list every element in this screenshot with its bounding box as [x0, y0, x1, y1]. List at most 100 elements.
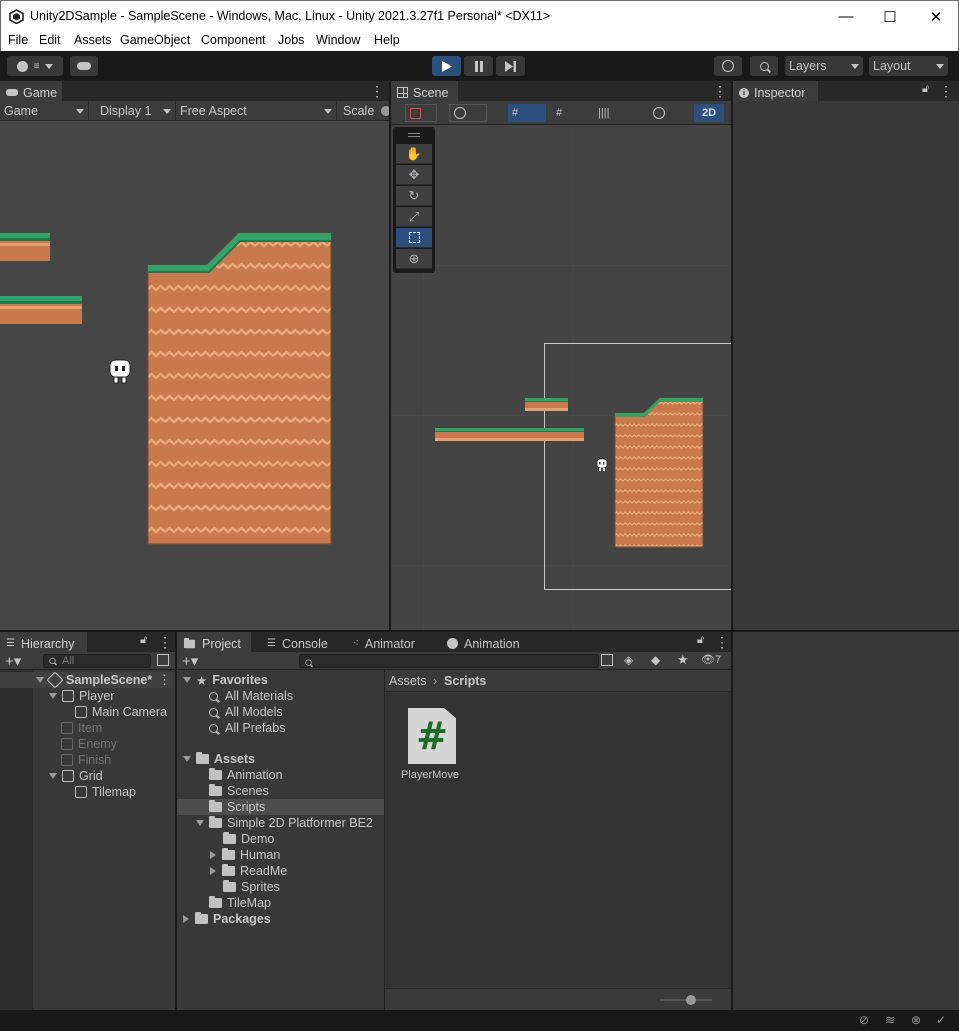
folder-sprites[interactable]: Sprites	[223, 879, 280, 895]
tab-inspector[interactable]: i Inspector	[733, 81, 818, 102]
cache-icon[interactable]: ≋	[885, 1013, 895, 1027]
folder-scripts[interactable]: Scripts	[209, 799, 265, 815]
folder-tilemap[interactable]: TileMap	[209, 895, 271, 911]
hierarchy-item-item[interactable]: Item	[61, 720, 102, 736]
collapsed-icon[interactable]	[210, 851, 216, 859]
scene-platform-small[interactable]	[525, 398, 568, 411]
project-search-input[interactable]	[299, 654, 599, 668]
step-button[interactable]	[496, 56, 525, 76]
scene-player-sprite[interactable]	[596, 458, 608, 473]
search-button[interactable]	[750, 56, 778, 76]
transform-tool[interactable]: ⊕	[396, 249, 432, 269]
asset-playermove[interactable]: # PlayerMove	[397, 706, 463, 786]
scene-view[interactable]: ✋ ✥ ↻ ⤢ ⊕	[391, 125, 731, 630]
tools-drag-handle[interactable]	[408, 133, 420, 134]
tab-project[interactable]: Project	[177, 632, 251, 653]
hierarchy-lock-icon[interactable]: 🔓︎	[140, 634, 147, 647]
menu-assets[interactable]: Assets	[74, 33, 112, 47]
pause-button[interactable]	[464, 56, 493, 76]
tab-animator[interactable]: ⁖ Animator	[347, 632, 427, 653]
folder-assets[interactable]: Assets	[183, 751, 255, 767]
debug-off-icon[interactable]: ⊘	[859, 1013, 869, 1027]
hierarchy-more-icon[interactable]: ⋮	[158, 634, 172, 651]
rect-tool[interactable]	[396, 228, 432, 248]
tab-hierarchy[interactable]: ☰ Hierarchy	[0, 632, 87, 653]
project-lock-icon[interactable]: 🔓︎	[697, 634, 704, 647]
search-by-type-icon[interactable]: ◈	[624, 653, 633, 667]
close-button[interactable]: ✕	[913, 1, 959, 32]
tab-game[interactable]: Game	[0, 81, 62, 102]
icon-size-slider-thumb[interactable]	[686, 995, 696, 1005]
inspector-lock-icon[interactable]: 🔓︎	[922, 83, 929, 96]
tab-scene[interactable]: Scene	[391, 81, 458, 102]
collapsed-icon[interactable]	[210, 867, 216, 875]
hierarchy-scene-filter-icon[interactable]	[157, 654, 169, 666]
expand-icon[interactable]	[183, 677, 191, 683]
hand-tool[interactable]: ✋	[396, 144, 432, 164]
scene-more-icon[interactable]: ⋮	[713, 83, 727, 100]
move-tool[interactable]: ✥	[396, 165, 432, 185]
hidden-packages-toggle[interactable]: 👁︎7	[701, 653, 721, 666]
search-by-label-icon[interactable]: ◆	[651, 653, 660, 667]
display-dropdown[interactable]: Display 1	[96, 101, 176, 121]
favorite-all-models[interactable]: All Models	[209, 704, 283, 720]
maximize-button[interactable]: ☐	[867, 1, 913, 32]
expand-icon[interactable]	[49, 693, 57, 699]
scale-tool[interactable]: ⤢	[396, 207, 432, 227]
favorite-all-prefabs[interactable]: All Prefabs	[209, 720, 285, 736]
menu-edit[interactable]: Edit	[39, 33, 61, 47]
folder-simple-2d-platformer[interactable]: Simple 2D Platformer BE2	[196, 815, 373, 831]
hierarchy-item-finish[interactable]: Finish	[61, 752, 111, 768]
tab-console[interactable]: ☰ Console	[261, 632, 337, 653]
rotate-tool[interactable]: ↻	[396, 186, 432, 206]
hierarchy-item-samplescene[interactable]: SampleScene*	[36, 671, 152, 689]
project-more-icon[interactable]: ⋮	[715, 634, 729, 651]
menu-jobs[interactable]: Jobs	[278, 33, 304, 47]
shading-dropdown[interactable]	[649, 104, 685, 122]
game-view[interactable]	[0, 121, 389, 630]
game-view-dropdown[interactable]: Game	[0, 101, 89, 121]
play-button[interactable]	[432, 56, 461, 76]
hierarchy-item-tilemap[interactable]: Tilemap	[75, 784, 136, 800]
grid-snap-toggle[interactable]: #	[508, 104, 546, 122]
scene-platform-long[interactable]	[435, 428, 584, 441]
menu-gameobject[interactable]: GameObject	[120, 33, 190, 47]
folder-readme[interactable]: ReadMe	[210, 863, 287, 879]
snap-increment-dropdown[interactable]: #	[552, 104, 584, 122]
folder-animation[interactable]: Animation	[209, 767, 283, 783]
minimize-button[interactable]: —	[823, 1, 869, 32]
folder-human[interactable]: Human	[210, 847, 280, 863]
layers-dropdown[interactable]: Layers	[785, 56, 863, 76]
breadcrumb-scripts[interactable]: Scripts	[444, 674, 486, 688]
game-more-icon[interactable]: ⋮	[370, 83, 384, 100]
cloud-button[interactable]	[70, 56, 98, 76]
account-button[interactable]: ≡	[7, 56, 63, 76]
favorite-star-icon[interactable]: ★	[677, 652, 689, 668]
draw-mode-dropdown[interactable]	[405, 104, 437, 122]
project-add-button[interactable]: +▾	[182, 652, 198, 670]
menu-help[interactable]: Help	[374, 33, 400, 47]
scene-ground-block[interactable]	[614, 397, 704, 548]
tab-animation[interactable]: Animation	[441, 632, 531, 653]
aspect-dropdown[interactable]: Free Aspect	[176, 101, 337, 121]
hierarchy-item-grid[interactable]: Grid	[49, 768, 103, 784]
expand-icon[interactable]	[49, 773, 57, 779]
menu-file[interactable]: File	[8, 33, 28, 47]
scene-more-options-icon[interactable]: ⋮	[158, 672, 171, 688]
history-button[interactable]	[714, 56, 742, 76]
hierarchy-add-button[interactable]: +▾	[5, 652, 21, 670]
favorites-header[interactable]: ★ Favorites	[183, 672, 268, 688]
check-icon[interactable]: ✓	[936, 1013, 946, 1027]
expand-icon[interactable]	[36, 677, 44, 683]
hierarchy-item-main-camera[interactable]: Main Camera	[75, 704, 167, 720]
inspector-more-icon[interactable]: ⋮	[939, 83, 953, 100]
folder-demo[interactable]: Demo	[223, 831, 274, 847]
menu-window[interactable]: Window	[316, 33, 360, 47]
ruler-dropdown[interactable]: ||||	[594, 104, 628, 122]
folder-packages[interactable]: Packages	[183, 911, 271, 927]
expand-icon[interactable]	[183, 756, 191, 762]
collapsed-icon[interactable]	[183, 915, 189, 923]
favorite-all-materials[interactable]: All Materials	[209, 688, 293, 704]
render-dropdown[interactable]	[449, 104, 487, 122]
2d-mode-toggle[interactable]: 2D	[694, 104, 724, 122]
